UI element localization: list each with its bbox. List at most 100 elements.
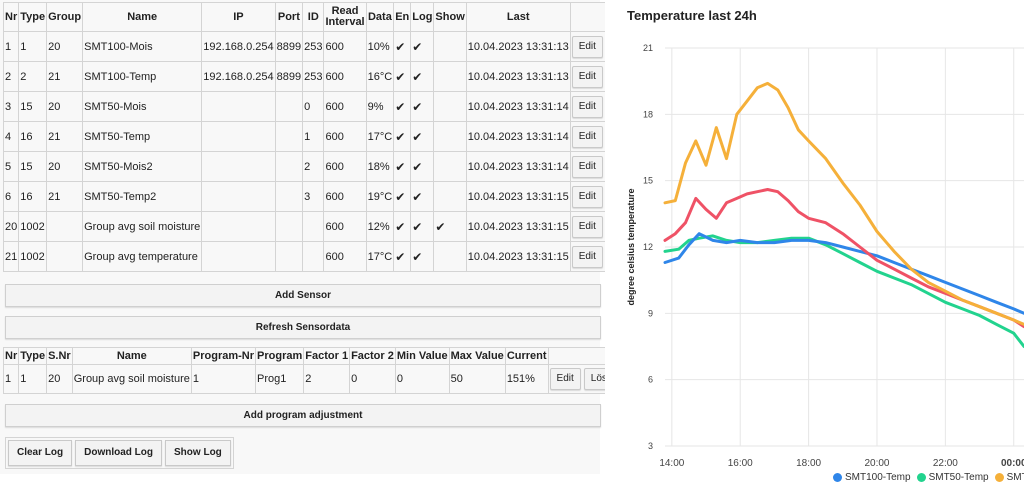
legend-item[interactable]: SMT50-Temp xyxy=(916,472,989,483)
sensor-row: 5 15 20 SMT50-Mois2 2 600 18% ✔ ✔ 10.04.2023 13:3… xyxy=(2,151,660,182)
prog-col-prognr: Program-Nr xyxy=(190,347,257,365)
prog-cell-nr: 1 xyxy=(2,364,20,394)
cell-group: 20 xyxy=(46,151,84,182)
edit-sensor-button[interactable]: Edit xyxy=(571,95,603,118)
col-header-interval: Read Interval xyxy=(323,2,367,32)
cell-last: 10.04.2023 13:31:15 xyxy=(465,241,571,272)
cell-last: 10.04.2023 13:31:14 xyxy=(465,91,571,122)
sensor-panel: Nr Type Group Name IP Port ID Read Inter… xyxy=(0,0,660,474)
prog-col-min: Min Value xyxy=(394,347,450,365)
col-header-show: Show xyxy=(433,2,467,32)
program-table-header: Nr Type S.Nr Name Program-Nr Program Fac… xyxy=(2,347,638,365)
cell-id: 253 xyxy=(302,61,325,92)
cell-data: 12% xyxy=(365,211,395,242)
edit-sensor-button[interactable]: Edit xyxy=(571,215,603,238)
cell-type: 1 xyxy=(18,31,48,62)
legend-dot-icon xyxy=(916,473,926,482)
cell-group: 20 xyxy=(46,31,84,62)
cell-name: SMT100-Mois xyxy=(82,31,203,62)
cell-type: 1002 xyxy=(18,211,48,242)
col-header-nr: Nr xyxy=(2,2,20,32)
prog-cell-current: 151% xyxy=(504,364,549,394)
col-header-id: ID xyxy=(302,2,325,32)
add-sensor-button[interactable]: Add Sensor xyxy=(5,284,601,307)
cell-port xyxy=(274,241,304,272)
cell-show xyxy=(433,91,467,122)
edit-sensor-button[interactable]: Edit xyxy=(571,35,603,58)
cell-group: 21 xyxy=(46,121,84,152)
cell-log: ✔ xyxy=(410,241,435,272)
log-controls: Clear Log Download Log Show Log xyxy=(5,437,234,469)
cell-nr: 3 xyxy=(2,91,20,122)
prog-cell-name: Group avg soil moisture xyxy=(71,364,192,394)
y-tick-label: 9 xyxy=(648,308,653,318)
cell-name: SMT50-Temp2 xyxy=(82,181,203,212)
prog-col-current: Current xyxy=(504,347,549,365)
y-tick-label: 21 xyxy=(643,43,653,53)
edit-sensor-button[interactable]: Edit xyxy=(571,125,603,148)
sensor-row: 3 15 20 SMT50-Mois 0 600 9% ✔ ✔ 10.04.2023 13:31:… xyxy=(2,91,660,122)
legend-label: SMT100-Temp xyxy=(845,472,911,483)
cell-name: SMT50-Mois2 xyxy=(82,151,203,182)
cell-en: ✔ xyxy=(393,181,412,212)
cell-type: 1002 xyxy=(18,241,48,272)
cell-data: 17°C xyxy=(365,121,395,152)
cell-interval: 600 xyxy=(323,121,367,152)
cell-log: ✔ xyxy=(410,211,435,242)
sensor-table: Nr Type Group Name IP Port ID Read Inter… xyxy=(2,2,660,272)
legend-item[interactable]: SMT50-Temp2 xyxy=(994,472,1024,483)
cell-ip xyxy=(201,151,276,182)
cell-port: 8899 xyxy=(274,31,304,62)
edit-sensor-button[interactable]: Edit xyxy=(571,185,603,208)
refresh-sensordata-button[interactable]: Refresh Sensordata xyxy=(5,316,601,339)
cell-id: 0 xyxy=(302,91,325,122)
sensor-row: 20 1002 Group avg soil moisture 600 12% ✔ ✔ ✔ 10… xyxy=(2,211,660,242)
edit-sensor-button[interactable]: Edit xyxy=(571,155,603,178)
cell-nr: 5 xyxy=(2,151,20,182)
cell-nr: 2 xyxy=(2,61,20,92)
cell-id: 1 xyxy=(302,121,325,152)
x-tick-label: 22:00 xyxy=(933,458,958,469)
series-line-3 xyxy=(663,188,1024,329)
col-header-port: Port xyxy=(274,2,304,32)
legend-item[interactable]: SMT100-Temp xyxy=(833,472,911,483)
cell-nr: 4 xyxy=(2,121,20,152)
edit-program-button[interactable]: Edit xyxy=(549,368,581,390)
prog-cell-min: 0 xyxy=(394,364,450,394)
prog-col-max: Max Value xyxy=(448,347,506,365)
cell-name: Group avg temperature xyxy=(82,241,203,272)
prog-cell-factor1: 2 xyxy=(303,364,351,394)
program-row: 1 1 20 Group avg soil moisture 1 Prog1 2 0 0 50 15… xyxy=(2,364,638,394)
prog-col-name: Name xyxy=(71,347,192,365)
sensor-row: 21 1002 Group avg temperature 600 17°C ✔ ✔ 10.0… xyxy=(2,241,660,272)
download-log-button[interactable]: Download Log xyxy=(75,440,163,466)
cell-ip xyxy=(201,181,276,212)
cell-name: SMT100-Temp xyxy=(82,61,203,92)
show-log-button[interactable]: Show Log xyxy=(165,440,231,466)
prog-cell-type: 1 xyxy=(18,364,48,394)
cell-ip: 192.168.0.254 xyxy=(201,31,276,62)
edit-sensor-button[interactable]: Edit xyxy=(571,245,603,268)
cell-nr: 6 xyxy=(2,181,20,212)
cell-port xyxy=(274,91,304,122)
edit-sensor-button[interactable]: Edit xyxy=(571,65,603,88)
clear-log-button[interactable]: Clear Log xyxy=(8,440,73,466)
cell-id: 2 xyxy=(302,151,325,182)
prog-cell-prognr: 1 xyxy=(190,364,257,394)
cell-port xyxy=(274,121,304,152)
cell-interval: 600 xyxy=(323,61,367,92)
chart-legend: SMT100-Temp SMT50-Temp SMT50-Temp2 xyxy=(833,472,1024,485)
cell-group xyxy=(46,241,84,272)
add-program-adjustment-button[interactable]: Add program adjustment xyxy=(5,404,601,427)
cell-show: ✔ xyxy=(433,211,467,242)
col-header-en: En xyxy=(393,2,412,32)
col-header-group: Group xyxy=(46,2,84,32)
cell-last: 10.04.2023 13:31:14 xyxy=(465,151,571,182)
col-header-data: Data xyxy=(365,2,395,32)
col-header-type: Type xyxy=(18,2,48,32)
cell-port xyxy=(274,151,304,182)
cell-ip xyxy=(201,121,276,152)
cell-id xyxy=(302,241,325,272)
x-tick-label: 14:00 xyxy=(659,458,684,469)
cell-last: 10.04.2023 13:31:13 xyxy=(465,61,571,92)
